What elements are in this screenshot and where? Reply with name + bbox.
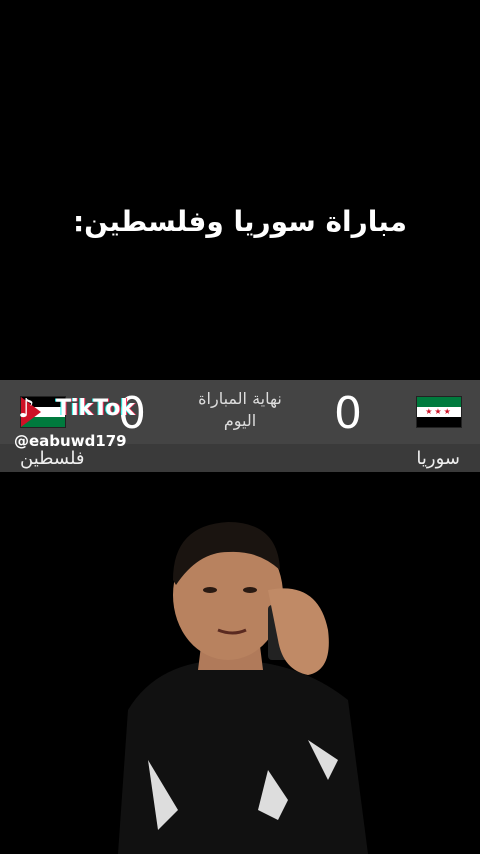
away-team-label: فلسطين <box>20 448 85 469</box>
creator-handle: @eabuwd179 <box>14 432 127 450</box>
home-score: 0 <box>334 388 362 439</box>
match-status-line1: نهاية المباراة <box>198 389 282 408</box>
tiktok-note-icon: ♪ <box>18 394 35 424</box>
match-status: نهاية المباراة اليوم <box>180 388 300 432</box>
home-team-label: سوريا <box>416 448 460 469</box>
tiktok-watermark: ♪ TikTok <box>14 390 136 430</box>
tiktok-wordmark: TikTok <box>56 396 136 421</box>
person-on-phone-image <box>118 522 368 854</box>
video-caption-title: مباراة سوريا وفلسطين: <box>72 205 408 238</box>
match-status-line2: اليوم <box>223 411 257 430</box>
syria-flag-icon: ★★★ <box>416 396 462 428</box>
